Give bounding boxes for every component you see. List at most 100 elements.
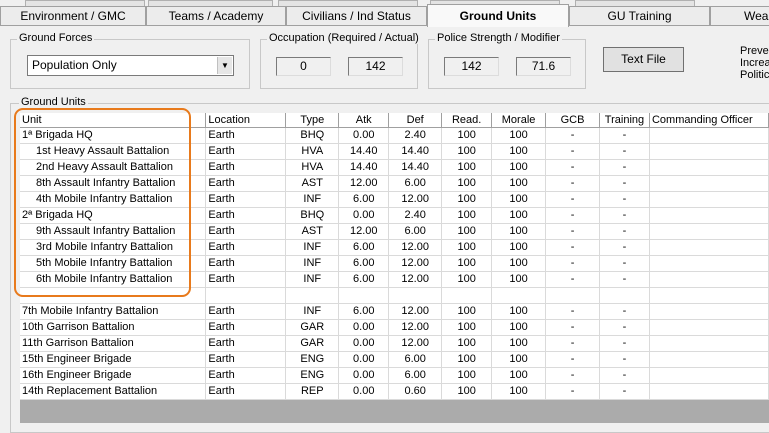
cell-morale: 100 [491, 207, 547, 224]
cell-type: REP [285, 383, 340, 400]
tab-gu-training[interactable]: GU Training [569, 6, 710, 25]
side-text-2: Increa [740, 57, 769, 69]
col-header-location[interactable]: Location [205, 113, 287, 128]
tab-civilians-ind-status[interactable]: Civilians / Ind Status [286, 6, 427, 25]
cell-atk: 0.00 [338, 383, 390, 400]
table-row[interactable]: 3rd Mobile Infantry Battalion Earth INF 6.0… [20, 239, 769, 256]
cell-read: 100 [441, 159, 493, 176]
table-row[interactable]: 1ª Brigada HQ Earth BHQ 0.00 2.40 100 100- - [20, 127, 769, 144]
cell-read [441, 287, 493, 304]
col-header-atk[interactable]: Atk [338, 113, 390, 128]
table-row[interactable]: 5th Mobile Infantry Battalion Earth INF 6.0… [20, 255, 769, 272]
cell-type: GAR [285, 319, 340, 336]
table-row[interactable]: 4th Mobile Infantry Battalion Earth INF 6.0… [20, 191, 769, 208]
col-header-commanding-officer[interactable]: Commanding Officer [649, 113, 769, 128]
cell-read: 100 [441, 319, 493, 336]
cell-def: 6.00 [388, 367, 443, 384]
table-row[interactable]: 11th Garrison Battalion Earth GAR 0.00 12.00… [20, 335, 769, 352]
table-row[interactable]: 16th Engineer Brigade Earth ENG 0.00 6.00 100… [20, 367, 769, 384]
col-header-gcb[interactable]: GCB [545, 113, 600, 128]
cell-atk: 0.00 [338, 319, 390, 336]
col-header-training[interactable]: Training [599, 113, 650, 128]
cell-location: Earth [205, 319, 287, 336]
cell-officer [649, 127, 769, 144]
cell-read: 100 [441, 239, 493, 256]
tab-teams-academy[interactable]: Teams / Academy [146, 6, 286, 25]
cell-def: 12.00 [388, 303, 443, 320]
cell-gcb: - [545, 127, 600, 144]
table-row[interactable]: 6th Mobile Infantry Battalion Earth INF 6.0… [20, 271, 769, 288]
table-row[interactable]: 2nd Heavy Assault Battalion Earth HVA 14.40… [20, 159, 769, 176]
cell-unit: 10th Garrison Battalion [20, 319, 207, 336]
occupation-label: Occupation (Required / Actual) [267, 32, 421, 44]
cell-type: AST [285, 175, 340, 192]
side-text-1: Preve [740, 45, 769, 57]
table-row[interactable]: 2ª Brigada HQ Earth BHQ 0.00 2.40 100 100- - [20, 207, 769, 224]
table-row[interactable]: 15th Engineer Brigade Earth ENG 0.00 6.00 100… [20, 351, 769, 368]
cell-unit: 15th Engineer Brigade [20, 351, 207, 368]
cell-training: - [599, 191, 650, 208]
cell-location: Earth [205, 239, 287, 256]
police-modifier-field: 71.6 [516, 57, 571, 76]
cell-type: GAR [285, 335, 340, 352]
col-header-type[interactable]: Type [285, 113, 340, 128]
cell-morale: 100 [491, 319, 547, 336]
cell-unit: 11th Garrison Battalion [20, 335, 207, 352]
cell-training [599, 287, 650, 304]
cell-type: HVA [285, 143, 340, 160]
cell-gcb: - [545, 207, 600, 224]
cell-officer [649, 303, 769, 320]
cell-atk: 0.00 [338, 127, 390, 144]
text-file-button[interactable]: Text File [603, 47, 684, 72]
cell-training: - [599, 207, 650, 224]
ground-forces-select[interactable]: Population Only ▼ [27, 55, 234, 76]
cell-morale: 100 [491, 383, 547, 400]
cell-officer [649, 255, 769, 272]
cell-def: 0.60 [388, 383, 443, 400]
cell-morale: 100 [491, 239, 547, 256]
col-header-def[interactable]: Def [388, 113, 443, 128]
chevron-down-icon[interactable]: ▼ [217, 57, 232, 74]
table-row[interactable]: 1st Heavy Assault Battalion Earth HVA 14.40… [20, 143, 769, 160]
cell-gcb: - [545, 239, 600, 256]
table-row[interactable]: 7th Mobile Infantry Battalion Earth INF 6.0… [20, 303, 769, 320]
cell-def: 12.00 [388, 255, 443, 272]
col-header-read[interactable]: Read. [441, 113, 493, 128]
cell-morale: 100 [491, 367, 547, 384]
cell-unit: 6th Mobile Infantry Battalion [20, 271, 207, 288]
cell-atk [338, 287, 390, 304]
cell-morale: 100 [491, 223, 547, 240]
cell-type: AST [285, 223, 340, 240]
col-header-morale[interactable]: Morale [491, 113, 547, 128]
table-row[interactable]: 10th Garrison Battalion Earth GAR 0.00 12.00… [20, 319, 769, 336]
ground-units-grid[interactable]: Unit Location Type Atk Def Read. Morale … [20, 113, 769, 423]
col-header-unit[interactable]: Unit [20, 113, 207, 128]
cell-atk: 6.00 [338, 239, 390, 256]
ground-forces-selected: Population Only [32, 58, 117, 72]
cell-def: 2.40 [388, 207, 443, 224]
cell-atk: 0.00 [338, 351, 390, 368]
cell-type: INF [285, 239, 340, 256]
cell-officer [649, 239, 769, 256]
table-row[interactable]: 8th Assault Infantry Battalion Earth AST 12… [20, 175, 769, 192]
tab-ground-units[interactable]: Ground Units [427, 4, 569, 27]
table-row[interactable]: 14th Replacement Battalion Earth REP 0.00 0.… [20, 383, 769, 400]
cell-def: 2.40 [388, 127, 443, 144]
table-row[interactable]: 9th Assault Infantry Battalion Earth AST 12… [20, 223, 769, 240]
tab-environment-gmc[interactable]: Environment / GMC [0, 6, 146, 25]
cell-unit: 3rd Mobile Infantry Battalion [20, 239, 207, 256]
cell-unit: 1ª Brigada HQ [20, 127, 207, 144]
cell-atk: 12.00 [338, 223, 390, 240]
cell-type: BHQ [285, 127, 340, 144]
cell-training: - [599, 143, 650, 160]
occupation-actual-field: 142 [348, 57, 403, 76]
cell-gcb: - [545, 223, 600, 240]
cell-training: - [599, 159, 650, 176]
cell-type: HVA [285, 159, 340, 176]
table-row[interactable] [20, 287, 769, 304]
cell-gcb: - [545, 271, 600, 288]
cell-gcb: - [545, 191, 600, 208]
cell-unit: 8th Assault Infantry Battalion [20, 175, 207, 192]
tab-wea[interactable]: Wea [710, 6, 769, 25]
cell-officer [649, 287, 769, 304]
